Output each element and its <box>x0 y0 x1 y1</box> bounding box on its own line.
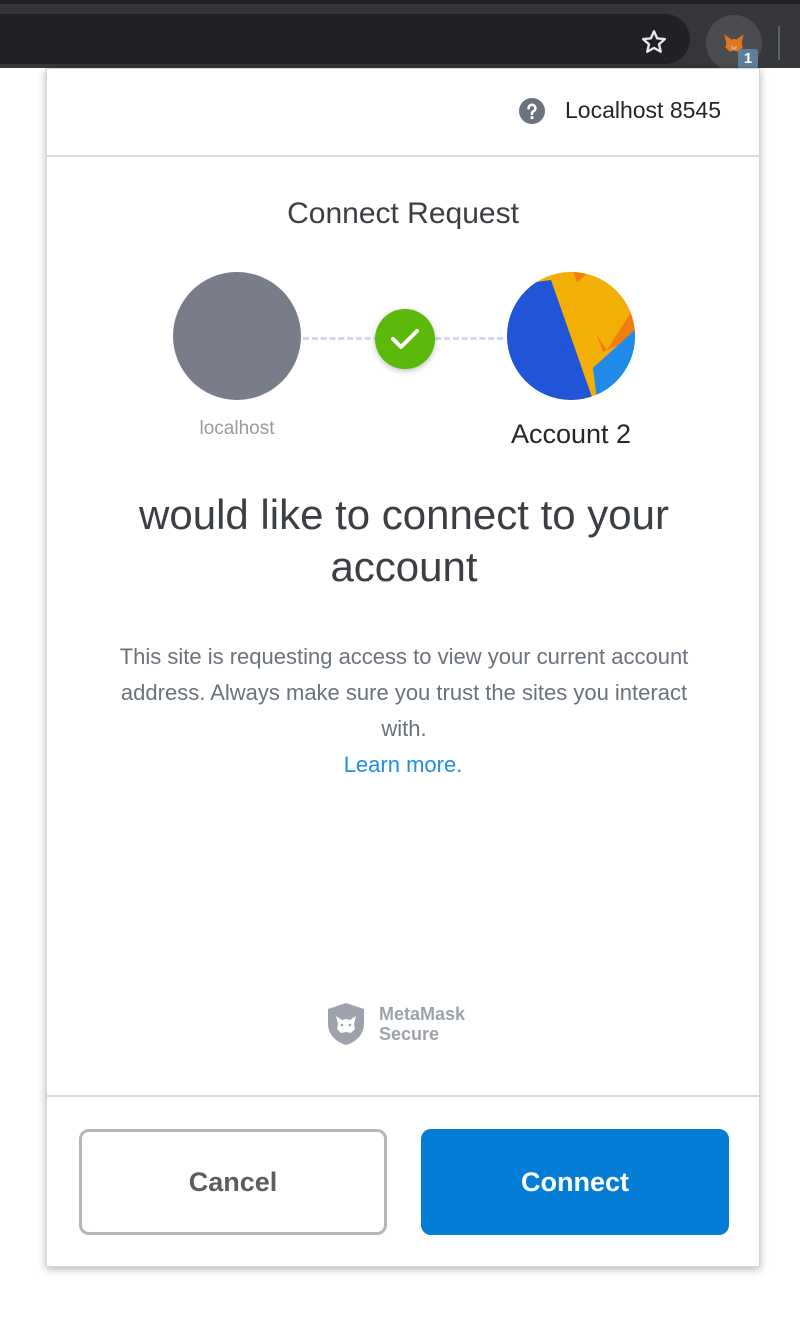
shield-fox-icon <box>328 1003 364 1045</box>
toolbar-divider <box>778 26 780 60</box>
network-name: Localhost 8545 <box>564 97 721 123</box>
bookmark-star-button[interactable] <box>632 20 676 64</box>
connection-check <box>375 309 435 369</box>
footer-divider <box>47 1095 759 1097</box>
metamask-secure-badge: MetaMask Secure <box>325 1001 465 1047</box>
connect-headline: would like to connect to your account <box>139 491 669 590</box>
secure-brand-line: MetaMask <box>379 1004 466 1024</box>
cancel-button[interactable]: Cancel <box>79 1129 387 1235</box>
star-icon <box>641 30 667 53</box>
account-label: Account 2 <box>510 419 632 449</box>
site-label: localhost <box>199 418 275 439</box>
checkmark-icon <box>391 329 419 349</box>
secure-label-line: Secure <box>379 1024 440 1044</box>
popup-header: Localhost 8545 <box>47 69 759 157</box>
page-title: Connect Request <box>287 197 519 230</box>
browser-toolbar: 1 <box>0 0 800 71</box>
connect-button[interactable]: Connect <box>421 1129 729 1235</box>
metamask-popup: Localhost 8545 Connect Request localhost… <box>46 68 760 1267</box>
permission-description: This site is requesting access to view y… <box>119 644 689 741</box>
extension-badge: 1 <box>738 49 758 69</box>
metamask-extension-button[interactable]: 1 <box>706 15 762 71</box>
account-identicon <box>507 272 635 400</box>
question-circle-icon <box>518 97 545 124</box>
address-bar[interactable] <box>0 14 690 64</box>
network-indicator[interactable]: Localhost 8545 <box>518 97 721 124</box>
learn-more-link[interactable]: Learn more. <box>47 747 759 783</box>
site-avatar <box>173 272 301 400</box>
